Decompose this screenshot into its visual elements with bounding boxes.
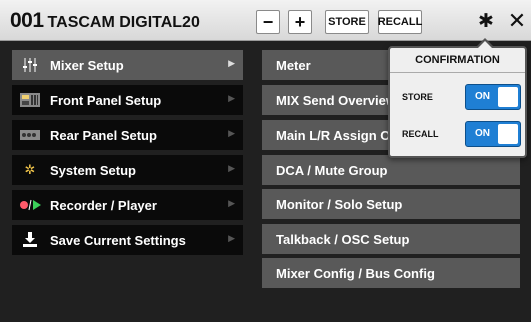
chevron-right-icon: ▶ — [228, 163, 235, 173]
recall-confirm-toggle[interactable]: ON — [465, 121, 521, 147]
menu-item-rear-panel-setup[interactable]: Rear Panel Setup ▶ — [12, 120, 243, 150]
menu-item-front-panel-setup[interactable]: Front Panel Setup ▶ — [12, 85, 243, 115]
front-panel-icon — [18, 91, 42, 109]
submenu-item-dca-mute-group[interactable]: DCA / Mute Group — [262, 155, 520, 185]
popup-title: CONFIRMATION — [390, 48, 525, 73]
rear-panel-icon — [18, 126, 42, 144]
menu-item-recorder-player[interactable]: Recorder / Player ▶ — [12, 190, 243, 220]
chevron-right-icon: ▶ — [228, 93, 235, 103]
recall-confirm-label: RECALL — [402, 129, 439, 139]
chevron-right-icon: ▶ — [228, 128, 235, 138]
menu-item-label: Rear Panel Setup — [50, 127, 157, 143]
menu-item-mixer-setup[interactable]: Mixer Setup ▶ — [12, 50, 243, 80]
gear-icon[interactable]: ✱ — [476, 12, 496, 32]
project-name: TASCAM DIGITAL20 — [47, 14, 200, 31]
submenu-item-talkback-osc-setup[interactable]: Talkback / OSC Setup — [262, 224, 520, 254]
toggle-knob — [498, 87, 518, 107]
store-button[interactable]: STORE — [325, 10, 369, 34]
menu-item-label: Recorder / Player — [50, 197, 157, 213]
record-play-icon — [18, 196, 42, 214]
save-download-icon — [18, 231, 42, 249]
system-gears-icon: ✲ — [24, 162, 36, 177]
confirmation-popup: CONFIRMATION STORE ON RECALL ON — [388, 46, 527, 158]
menu-item-label: Save Current Settings — [50, 232, 186, 248]
submenu-item-monitor-solo-setup[interactable]: Monitor / Solo Setup — [262, 189, 520, 219]
menu-item-system-setup[interactable]: ✲ System Setup ▶ — [12, 155, 243, 185]
project-number: 001 — [10, 9, 44, 32]
chevron-right-icon: ▶ — [228, 58, 235, 68]
store-confirm-label: STORE — [402, 92, 433, 102]
close-icon[interactable]: ✕ — [506, 10, 528, 32]
project-title: 001 TASCAM DIGITAL20 — [10, 9, 200, 33]
toggle-knob — [498, 124, 518, 144]
toggle-state: ON — [475, 91, 490, 102]
store-confirm-toggle[interactable]: ON — [465, 84, 521, 110]
chevron-right-icon: ▶ — [228, 233, 235, 243]
toggle-state: ON — [475, 128, 490, 139]
recall-button[interactable]: RECALL — [378, 10, 422, 34]
submenu-item-mixer-config-bus-config[interactable]: Mixer Config / Bus Config — [262, 258, 520, 288]
plus-button[interactable]: + — [288, 10, 312, 34]
minus-button[interactable]: − — [256, 10, 280, 34]
menu-item-label: Mixer Setup — [50, 57, 124, 73]
title-bar: 001 TASCAM DIGITAL20 − + STORE RECALL ✱ ✕ — [0, 0, 531, 41]
mixer-faders-icon — [18, 56, 42, 74]
popup-pointer-inner — [478, 41, 492, 48]
menu-item-save-current-settings[interactable]: Save Current Settings ▶ — [12, 225, 243, 255]
menu-item-label: System Setup — [50, 162, 136, 178]
chevron-right-icon: ▶ — [228, 198, 235, 208]
menu-item-label: Front Panel Setup — [50, 92, 162, 108]
